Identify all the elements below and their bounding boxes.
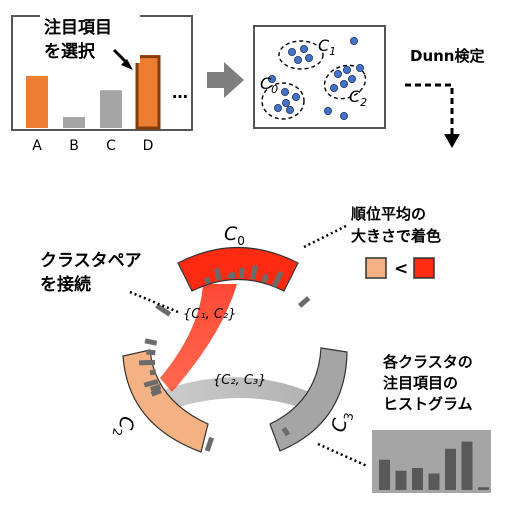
cluster-point: [305, 54, 312, 61]
connect-label-line2: を接続: [40, 274, 91, 295]
cluster-point: [274, 104, 281, 111]
histogram-bar: [462, 442, 473, 490]
rank-label-line1: 順位平均の: [350, 205, 426, 223]
cluster-point: [340, 112, 347, 119]
bar-label-group: A B C D: [32, 138, 153, 154]
arc-c2-label: C2: [110, 414, 138, 439]
legend-less-than: <: [394, 259, 408, 279]
histogram-leader: [318, 444, 367, 466]
cluster-point: [281, 88, 288, 95]
arc-histogram-bar: [217, 268, 220, 280]
connect-leader: [130, 292, 178, 312]
arc-histogram-bar: [253, 266, 256, 280]
dunn-test-label: Dunn検定: [410, 47, 485, 65]
legend-high-swatch: [414, 258, 434, 278]
figure: 注目項目 を選択 … A B C D C1 C0 C2 Dunn検定: [0, 0, 505, 507]
selection-panel: 注目項目 を選択 … A B C D: [12, 11, 192, 154]
panel1-title-line2: を選択: [44, 41, 96, 62]
cluster-point: [356, 64, 363, 71]
cluster-point: [324, 107, 331, 114]
arc-histogram-bar: [150, 372, 156, 373]
cluster-point: [343, 66, 350, 73]
cluster-point: [334, 70, 341, 77]
pair-c1-c2-label: {C₁, C₂}: [183, 307, 236, 322]
histogram-bar: [379, 460, 390, 490]
cluster-panel: C1 C0 C2: [254, 26, 385, 128]
cluster-point: [292, 93, 299, 100]
bar-label-a: A: [32, 138, 42, 154]
histogram-label-line1: 各クラスタの: [382, 353, 473, 371]
arc-c0: [178, 248, 298, 292]
arc-histogram-bar: [300, 298, 309, 306]
arc-histogram-bar: [206, 278, 208, 284]
bar-b: [63, 117, 85, 128]
cluster-point: [286, 106, 293, 113]
bar-a: [26, 76, 48, 128]
histogram-bar: [396, 471, 407, 490]
histogram-label-line3: ヒストグラム: [383, 395, 473, 413]
histogram-bar: [412, 468, 423, 490]
arc-c3-label: C3: [328, 409, 357, 435]
bar-label-b: B: [69, 138, 79, 154]
arc-histogram-bar: [264, 275, 267, 283]
right-arrow-icon: [207, 62, 244, 98]
dashed-down-arrow-icon: [405, 85, 460, 148]
connect-label-line1: クラスタペア: [40, 251, 142, 271]
histogram-inset: [372, 430, 491, 493]
cluster-point: [330, 84, 337, 91]
arc-histogram-bar: [207, 438, 212, 451]
histogram-bar: [445, 449, 456, 490]
arc-c0-label: C0: [224, 223, 245, 248]
cluster-point: [300, 45, 307, 52]
panel1-title-line1: 注目項目: [44, 17, 112, 38]
cluster-point: [288, 48, 295, 55]
cluster-point: [294, 56, 301, 63]
arc-histogram-bar: [145, 341, 157, 343]
cluster-point: [348, 75, 355, 82]
cluster-point: [350, 37, 357, 44]
color-legend: <: [366, 258, 434, 279]
bar-label-c: C: [106, 138, 116, 154]
pair-c2-c3-label: {C₂, C₃}: [213, 373, 266, 388]
cluster-point: [340, 80, 347, 87]
chord-diagram: C0 C2 C3 {C₁, C₂} {C₂, C₃}: [110, 223, 357, 452]
arc-histogram-bar: [151, 386, 160, 389]
histogram-label-line2: 注目項目の: [383, 374, 458, 392]
cluster-point: [282, 99, 289, 106]
rank-label-line2: 大きさで着色: [351, 227, 441, 245]
bar-c: [100, 90, 122, 128]
arc-histogram-bar: [146, 352, 155, 353]
histogram-bar: [429, 474, 440, 491]
more-indicator: …: [172, 83, 188, 102]
legend-low-swatch: [366, 258, 386, 278]
arc-histogram-bar: [144, 381, 158, 385]
histogram-bar: [478, 487, 489, 490]
rank-leader: [304, 226, 346, 247]
bar-label-d: D: [143, 138, 154, 154]
bar-d: [137, 57, 159, 128]
